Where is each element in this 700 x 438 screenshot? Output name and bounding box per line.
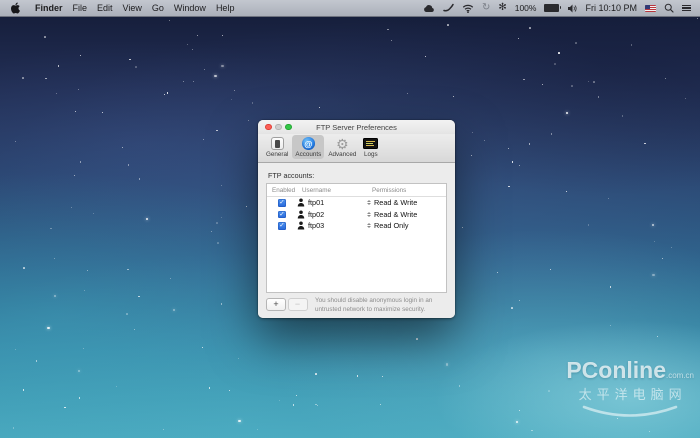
table-row[interactable]: ftp01 Read & Write (267, 197, 446, 209)
accounts-pane: FTP accounts: Enabled Username Permissio… (258, 163, 455, 318)
user-icon (297, 210, 305, 219)
close-button[interactable] (265, 123, 272, 131)
apple-menu[interactable] (10, 2, 21, 14)
enabled-checkbox[interactable] (278, 222, 286, 230)
menu-bar-status-area: ↻ ✻ 100% Fri 10:10 PM (418, 0, 700, 17)
updown-arrows-icon (367, 223, 371, 229)
ftp-accounts-label: FTP accounts: (268, 171, 315, 180)
time-machine-icon: ↻ (481, 2, 491, 13)
menu-bar: Finder File Edit View Go Window Help ↻ ✻… (0, 0, 700, 17)
desktop: Finder File Edit View Go Window Help ↻ ✻… (0, 0, 700, 438)
cloud-icon (424, 4, 434, 12)
tab-general[interactable]: General (263, 135, 291, 159)
notification-center-item[interactable] (678, 0, 695, 17)
tab-accounts-label: Accounts (295, 150, 322, 158)
permissions-popup[interactable]: Read & Write (367, 198, 446, 207)
enabled-checkbox[interactable] (278, 199, 286, 207)
table-row[interactable]: ftp02 Read & Write (267, 209, 446, 221)
battery-percent: 100% (514, 3, 537, 13)
smile-arc-icon (582, 405, 678, 417)
permission-value: Read & Write (374, 198, 418, 208)
traffic-lights (265, 123, 292, 131)
watermark-chinese: 太平洋电脑网 (578, 387, 687, 402)
tab-advanced-label: Advanced (328, 150, 357, 158)
menu-view[interactable]: View (118, 3, 147, 13)
spotlight-search-icon (664, 3, 674, 13)
fan-status-icon[interactable]: ✻ (494, 0, 510, 17)
tab-general-label: General (266, 150, 289, 158)
swoosh-status-icon[interactable] (439, 0, 458, 17)
column-enabled: Enabled (272, 186, 296, 194)
username-text: ftp03 (308, 221, 325, 231)
user-icon (297, 198, 305, 207)
permission-value: Read Only (374, 221, 409, 231)
preferences-toolbar: General @ Accounts ⚙ Advanced Logs (258, 134, 455, 163)
volume-icon (568, 4, 578, 12)
tab-logs-label: Logs (364, 150, 378, 158)
tab-accounts[interactable]: @ Accounts (292, 135, 325, 159)
cloud-status-icon[interactable] (418, 0, 439, 17)
remove-account-button[interactable]: − (287, 298, 308, 311)
tab-advanced[interactable]: ⚙ Advanced (325, 135, 359, 159)
user-icon (297, 221, 305, 230)
accounts-table: Enabled Username Permissions ftp01 Read … (266, 183, 447, 293)
notification-center-icon (682, 4, 691, 12)
account-buttons: + − (266, 298, 308, 311)
wifi-icon (462, 4, 474, 13)
anonymous-login-warning: You should disable anonymous login in an… (315, 297, 433, 313)
swoosh-icon (443, 3, 454, 12)
gear-icon: ⚙ (336, 135, 349, 152)
username-text: ftp01 (308, 198, 325, 208)
input-language-item[interactable] (641, 0, 660, 17)
updown-arrows-icon (367, 211, 371, 217)
menu-bar-clock[interactable]: Fri 10:10 PM (581, 0, 641, 17)
logs-terminal-icon (363, 138, 379, 149)
wifi-status-icon[interactable] (458, 0, 478, 17)
accounts-at-icon: @ (301, 136, 316, 151)
menu-file[interactable]: File (68, 3, 93, 13)
menu-finder[interactable]: Finder (30, 3, 68, 13)
tab-logs[interactable]: Logs (360, 135, 381, 159)
column-permissions: Permissions (372, 186, 407, 194)
zoom-button[interactable] (285, 123, 292, 131)
apple-logo-icon (11, 2, 20, 14)
menu-edit[interactable]: Edit (92, 3, 118, 13)
username-text: ftp02 (308, 209, 325, 219)
time-machine-status-icon[interactable]: ↻ (478, 0, 494, 17)
updown-arrows-icon (367, 200, 371, 206)
minimize-button[interactable] (275, 123, 282, 131)
column-username: Username (302, 186, 332, 194)
battery-icon-item[interactable] (540, 0, 563, 17)
menu-window[interactable]: Window (169, 3, 211, 13)
battery-icon (544, 4, 562, 12)
battery-status[interactable]: 100% (511, 0, 541, 17)
permission-value: Read & Write (374, 209, 418, 219)
ftp-preferences-window: FTP Server Preferences General @ Account… (258, 120, 455, 318)
watermark-suffix: .com.cn (665, 371, 694, 380)
pconline-watermark: PConline.com.cn 太平洋电脑网 (566, 359, 694, 422)
fan-icon: ✻ (498, 2, 507, 13)
us-flag-icon (645, 4, 656, 12)
menu-go[interactable]: Go (147, 3, 169, 13)
add-account-button[interactable]: + (266, 298, 286, 311)
general-device-icon (270, 137, 284, 150)
watermark-brand: PConline.com.cn (566, 357, 694, 383)
spotlight-item[interactable] (660, 0, 678, 17)
volume-status-icon[interactable] (563, 0, 581, 17)
permissions-popup[interactable]: Read & Write (367, 210, 446, 219)
window-titlebar[interactable]: FTP Server Preferences (258, 120, 455, 134)
enabled-checkbox[interactable] (278, 210, 286, 218)
menu-help[interactable]: Help (211, 3, 240, 13)
table-row[interactable]: ftp03 Read Only (267, 220, 446, 232)
table-header: Enabled Username Permissions (267, 184, 446, 197)
permissions-popup[interactable]: Read Only (367, 221, 446, 230)
